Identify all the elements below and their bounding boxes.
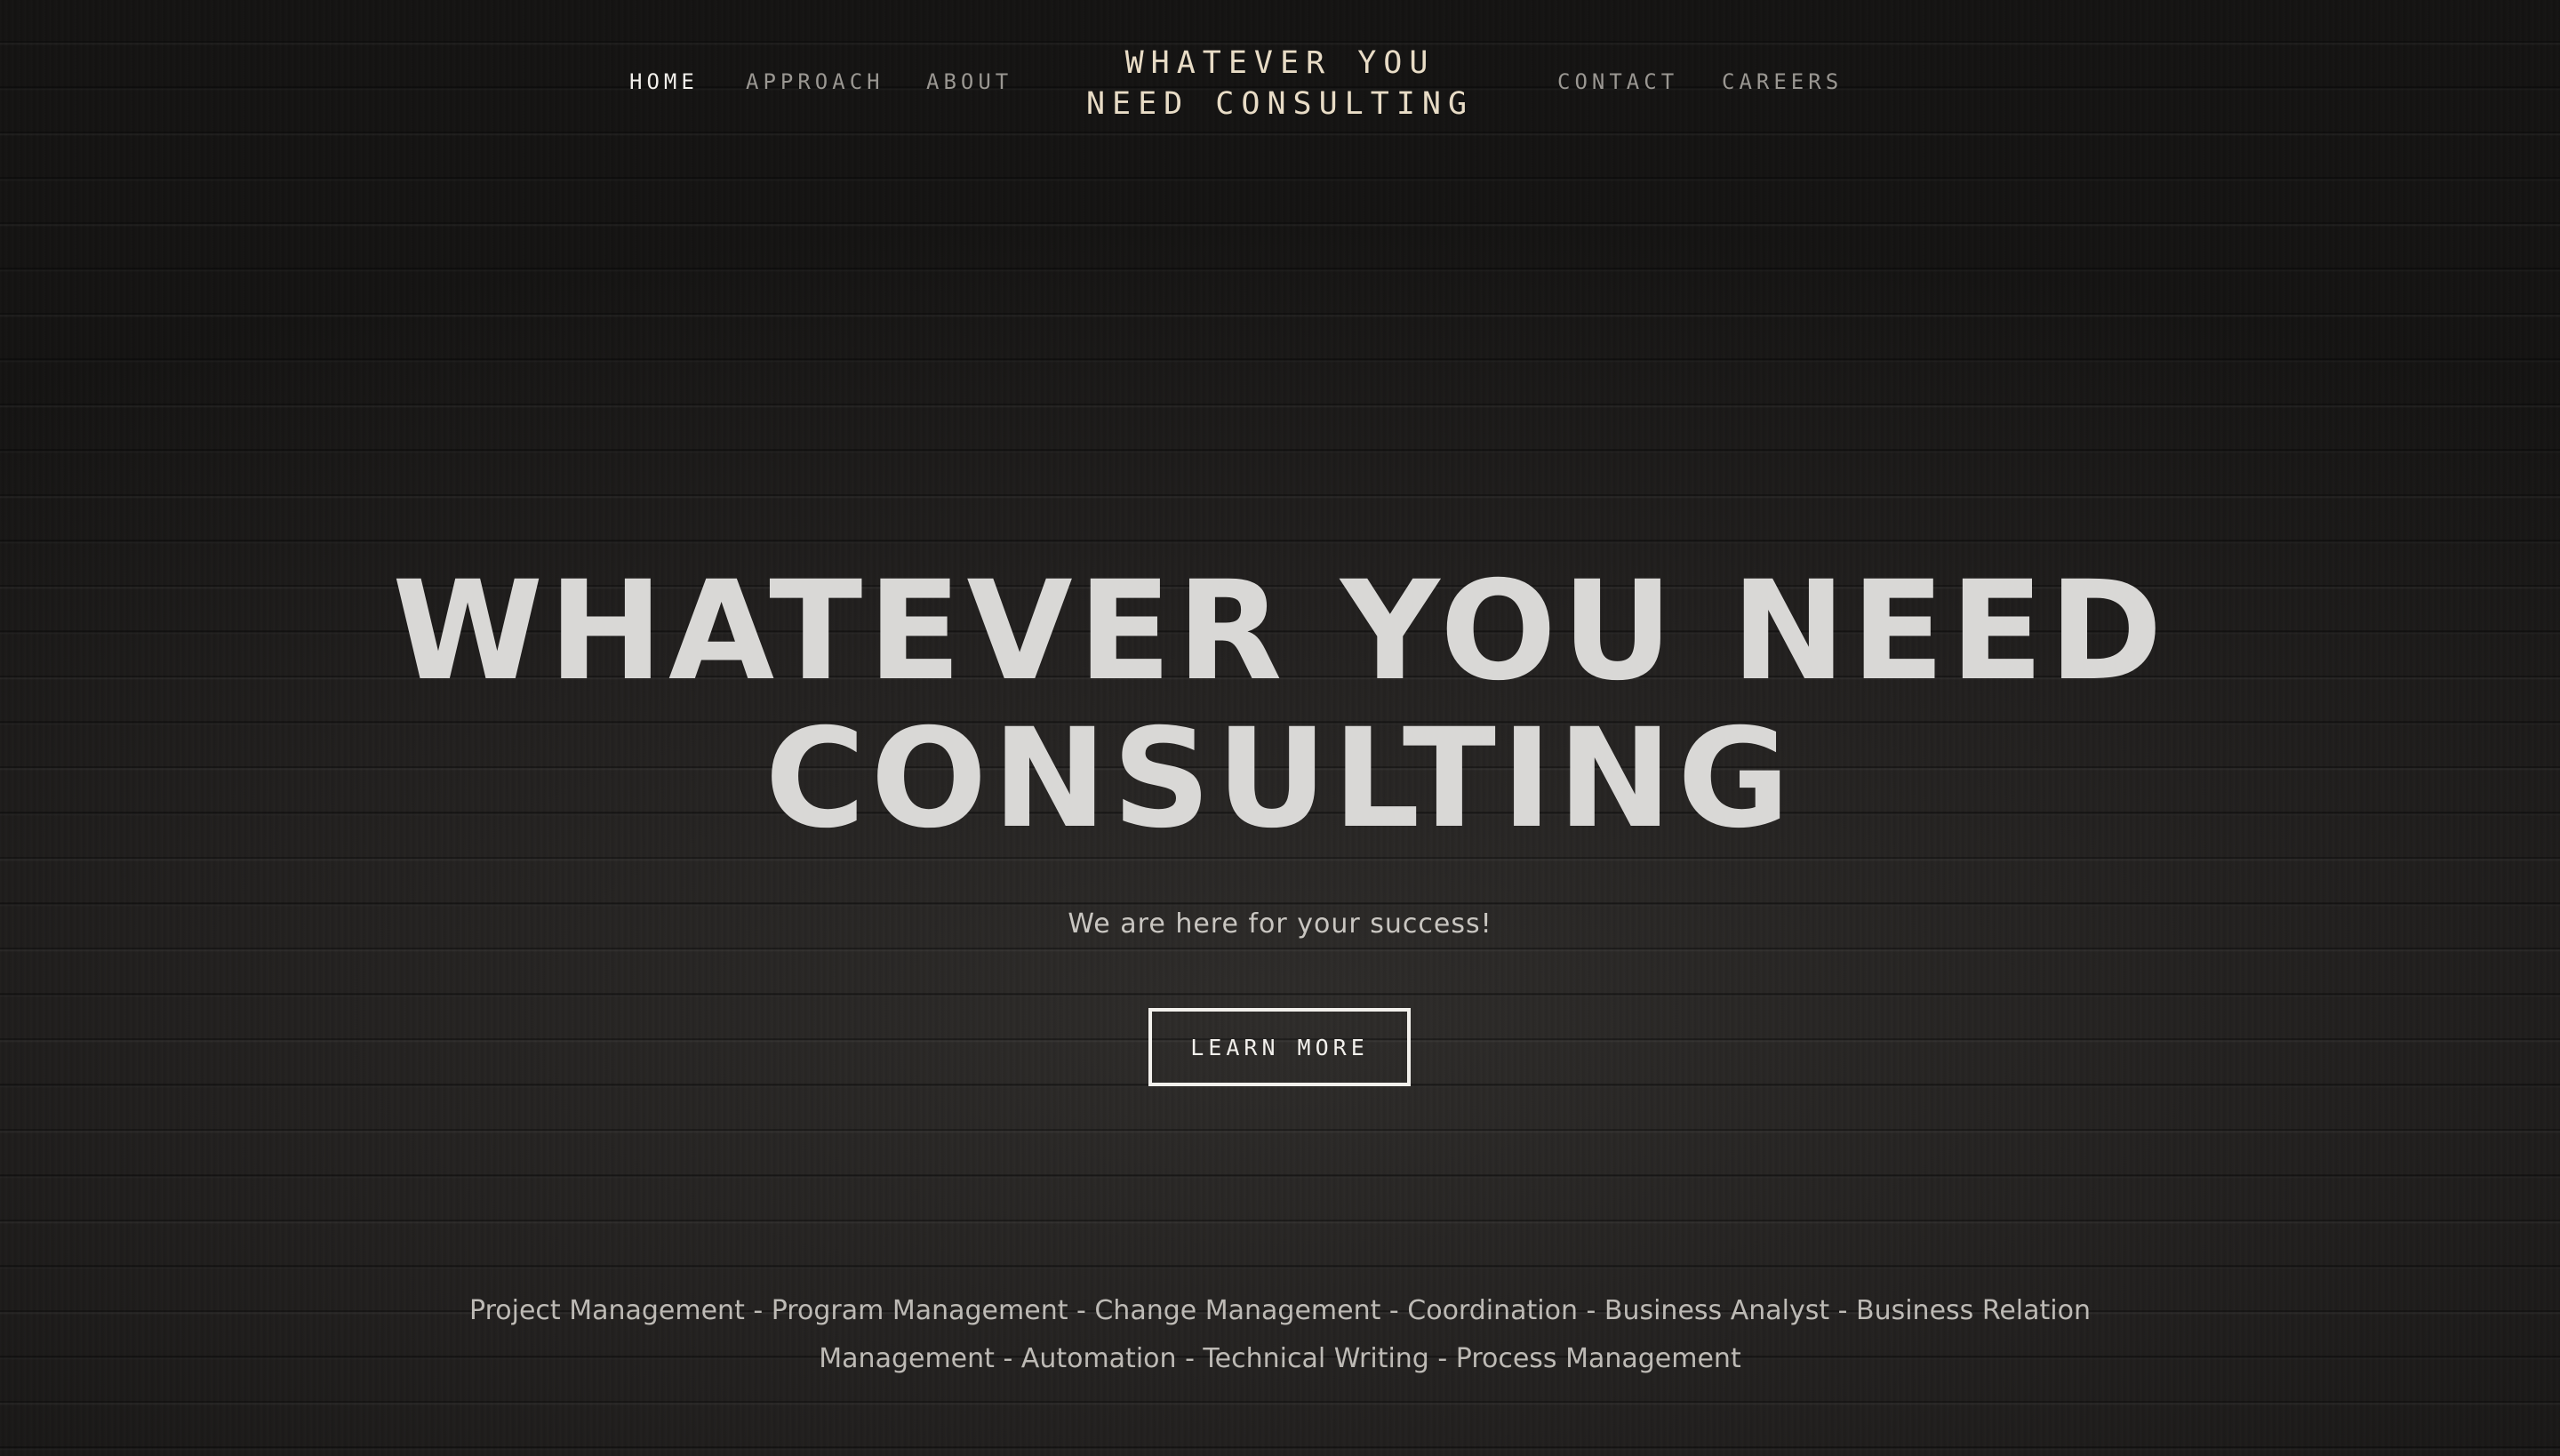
hero-subtitle: We are here for your success! — [1068, 908, 1492, 940]
site-title-line-2: NEED CONSULTING — [1085, 86, 1475, 122]
learn-more-button[interactable]: LEARN MORE — [1148, 1008, 1411, 1086]
nav-item-home[interactable]: HOME — [629, 69, 699, 94]
nav-item-careers[interactable]: CAREERS — [1722, 69, 1843, 94]
hero-title-line-2: CONSULTING — [764, 700, 1796, 859]
nav-item-about[interactable]: ABOUT — [926, 69, 1012, 94]
site-title-line-1: WHATEVER YOU — [1124, 45, 1436, 81]
top-navigation: HOME APPROACH ABOUT WHATEVER YOU NEED CO… — [0, 0, 2560, 160]
hero-title-line-1: WHATEVER YOU NEED — [392, 552, 2168, 711]
services-list: Project Management - Program Management … — [469, 1295, 2091, 1374]
site-title-logo[interactable]: WHATEVER YOU NEED CONSULTING — [1013, 43, 1547, 124]
nav-item-contact[interactable]: CONTACT — [1557, 69, 1678, 94]
nav-item-approach[interactable]: APPROACH — [746, 69, 884, 94]
hero-title: WHATEVER YOU NEED CONSULTING — [302, 558, 2258, 853]
